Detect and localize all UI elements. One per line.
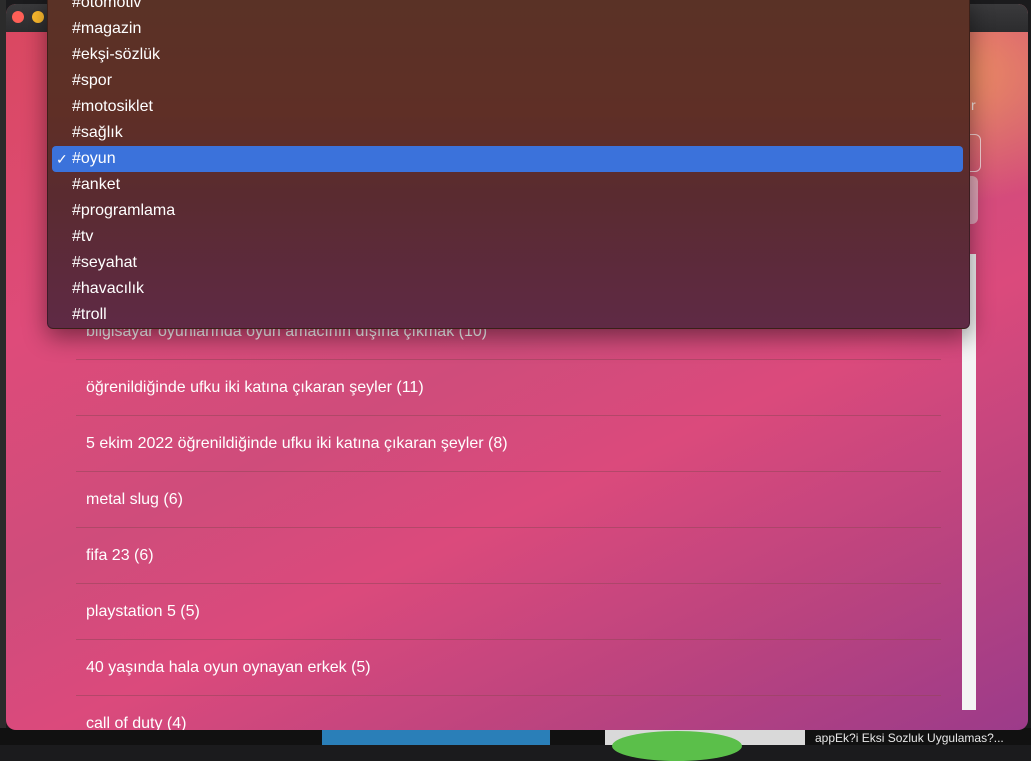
minimize-window-icon[interactable] bbox=[32, 11, 44, 23]
topic-row[interactable]: öğrenildiğinde ufku iki katına çıkaran ş… bbox=[76, 360, 941, 416]
menu-item-otomotiv[interactable]: #otomotiv bbox=[52, 0, 963, 16]
clipped-label: r bbox=[971, 97, 976, 113]
menu-item-tv[interactable]: #tv bbox=[52, 224, 963, 250]
menu-item-motosiklet[interactable]: #motosiklet bbox=[52, 94, 963, 120]
menu-item-troll[interactable]: #troll bbox=[52, 302, 963, 328]
topic-row[interactable]: metal slug (6) bbox=[76, 472, 941, 528]
desktop-file-caption: appEk?i Eksi Sozluk Uygulamas?... bbox=[815, 731, 1004, 745]
topic-row[interactable]: 5 ekim 2022 öğrenildiğinde ufku iki katı… bbox=[76, 416, 941, 472]
topic-row[interactable]: playstation 5 (5) bbox=[76, 584, 941, 640]
topic-row[interactable]: fifa 23 (6) bbox=[76, 528, 941, 584]
topic-list: bilgisayar oyunlarında oyun amacının dış… bbox=[76, 304, 941, 730]
desktop-window-fragment bbox=[322, 730, 550, 745]
menu-item-magazin[interactable]: #magazin bbox=[52, 16, 963, 42]
close-window-icon[interactable] bbox=[12, 11, 24, 23]
topic-row[interactable]: call of duty (4) bbox=[76, 696, 941, 731]
menu-item-seyahat[interactable]: #seyahat bbox=[52, 250, 963, 276]
menu-item-spor[interactable]: #spor bbox=[52, 68, 963, 94]
menu-item-oyun[interactable]: ✓ #oyun bbox=[52, 146, 963, 172]
checkmark-icon: ✓ bbox=[56, 150, 68, 167]
menu-item-anket[interactable]: #anket bbox=[52, 172, 963, 198]
desktop-app-icon bbox=[612, 731, 742, 761]
menu-item-saglik[interactable]: #sağlık bbox=[52, 120, 963, 146]
topic-row[interactable]: 40 yaşında hala oyun oynayan erkek (5) bbox=[76, 640, 941, 696]
menu-item-eksi-sozluk[interactable]: #ekşi-sözlük bbox=[52, 42, 963, 68]
menu-item-havacilik[interactable]: #havacılık bbox=[52, 276, 963, 302]
channel-dropdown-menu: #otomotiv #magazin #ekşi-sözlük #spor #m… bbox=[47, 0, 970, 329]
menu-item-programlama[interactable]: #programlama bbox=[52, 198, 963, 224]
